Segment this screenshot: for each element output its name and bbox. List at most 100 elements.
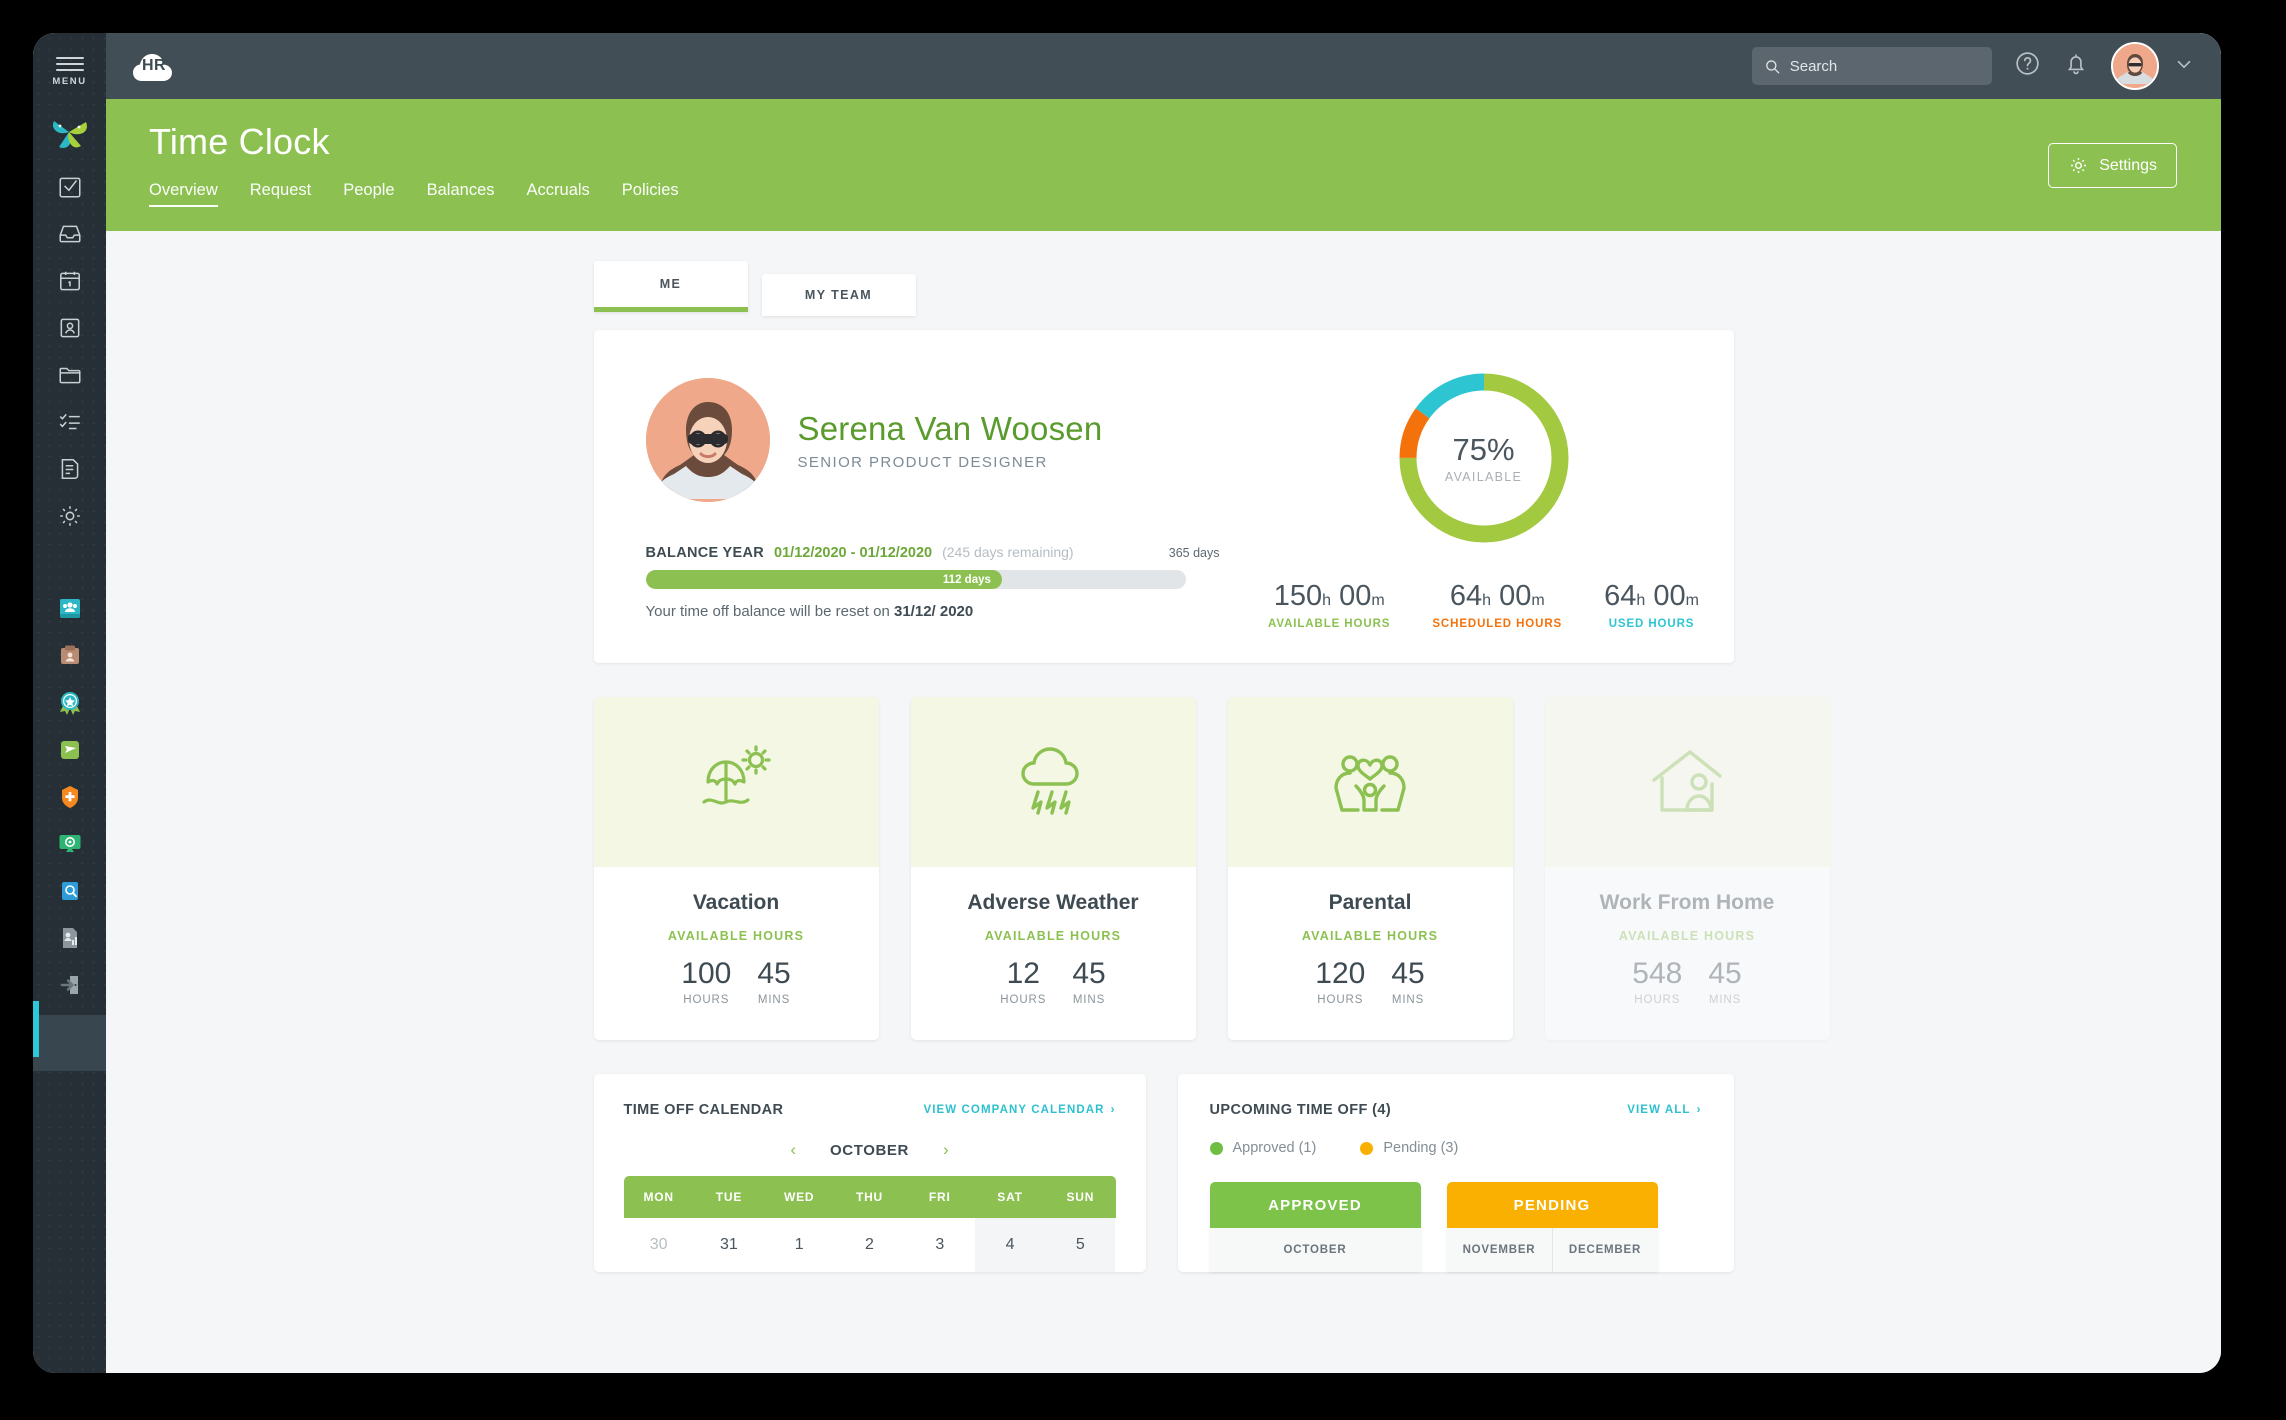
used-hours-m: 00 <box>1653 580 1686 612</box>
calendar-day[interactable]: 31 <box>694 1218 764 1272</box>
sidebar-item-reports[interactable] <box>33 921 106 954</box>
sidebar-item-folder[interactable] <box>33 358 106 391</box>
sidebar-item-checklist[interactable] <box>33 405 106 438</box>
policy-card-body: Vacation AVAILABLE HOURS 100 HOURS 45 MI… <box>594 867 879 1040</box>
calendar-day[interactable]: 2 <box>834 1218 904 1272</box>
used-hours-value: 64h 00m <box>1604 580 1699 612</box>
donut-center-label: 75% AVAILABLE <box>1394 368 1574 548</box>
sidebar-item-active[interactable] <box>33 1001 106 1071</box>
hr-cloud-logo[interactable]: HR <box>129 47 179 85</box>
inbox-tray-icon <box>58 225 81 242</box>
top-bar: HR <box>106 33 2221 99</box>
balance-days-remaining: (245 days remaining) <box>942 544 1074 560</box>
calendar-next-button[interactable]: › <box>943 1140 949 1160</box>
weekday-sat: SAT <box>997 1190 1023 1204</box>
used-hours-label: USED HOURS <box>1608 618 1695 630</box>
sidebar-item-time-off[interactable] <box>33 733 106 766</box>
sidebar-item-document[interactable] <box>33 452 106 485</box>
settings-button[interactable]: Settings <box>2048 143 2177 188</box>
sidebar-item-logout[interactable] <box>33 968 106 1001</box>
policy-card-icon-area <box>910 697 1196 867</box>
policy-hours-unit: HOURS <box>1000 994 1047 1006</box>
logout-icon <box>60 975 78 994</box>
time-off-calendar-card: TIME OFF CALENDAR VIEW COMPANY CALENDAR ›… <box>593 1074 1146 1272</box>
calendar-day[interactable]: 3 <box>905 1218 975 1272</box>
account-menu-button[interactable] <box>2173 53 2195 80</box>
sidebar-item-recruitment[interactable] <box>33 639 106 672</box>
tab-overview[interactable]: Overview <box>149 181 218 207</box>
sidebar-item-tasks[interactable] <box>33 170 106 203</box>
sidebar-item-analytics[interactable] <box>33 827 106 860</box>
left-rail: MENU <box>33 33 106 1373</box>
tab-accruals[interactable]: Accruals <box>527 181 590 207</box>
top-bar-right <box>1752 42 2221 90</box>
reports-icon <box>62 927 77 948</box>
upcoming-legend: Approved (1) Pending (3) <box>1209 1140 1702 1156</box>
sidebar-item-calendar[interactable] <box>33 264 106 297</box>
employee-card-icon <box>60 318 79 337</box>
tab-people[interactable]: People <box>343 181 394 207</box>
sidebar-item-inbox[interactable] <box>33 217 106 250</box>
chevron-right-icon: › <box>1110 1104 1116 1116</box>
sidebar-item-settings[interactable] <box>33 499 106 532</box>
search-box[interactable] <box>1752 47 1992 85</box>
tab-request[interactable]: Request <box>250 181 311 207</box>
tab-balances[interactable]: Balances <box>427 181 495 207</box>
calendar-day[interactable]: 1 <box>764 1218 834 1272</box>
search-icon <box>1766 59 1780 73</box>
scope-my-team-button[interactable]: MY TEAM <box>761 274 916 316</box>
status-card-approved[interactable]: APPROVED OCTOBER <box>1209 1182 1421 1272</box>
view-all-label: VIEW ALL <box>1627 1104 1691 1116</box>
policy-mins-unit: MINS <box>1072 994 1106 1006</box>
tab-policies[interactable]: Policies <box>622 181 679 207</box>
sidebar-item-employee[interactable] <box>33 311 106 344</box>
policy-card-parental[interactable]: Parental AVAILABLE HOURS 120 HOURS 45 MI… <box>1227 697 1513 1040</box>
status-month: DECEMBER <box>1551 1228 1658 1272</box>
header-tabs: Overview Request People Balances Accrual… <box>149 181 2221 207</box>
calendar-prev-button[interactable]: ‹ <box>790 1140 796 1160</box>
calendar-card-header: TIME OFF CALENDAR VIEW COMPANY CALENDAR › <box>624 1102 1116 1118</box>
notifications-button[interactable] <box>2063 51 2089 82</box>
scope-toggle: ME MY TEAM <box>593 261 1734 316</box>
policy-subtitle: AVAILABLE HOURS <box>984 929 1122 943</box>
sidebar-item-performance[interactable] <box>33 686 106 719</box>
help-button[interactable] <box>2014 50 2041 82</box>
sidebar-item-audit[interactable] <box>33 874 106 907</box>
page-body: ME MY TEAM Serena Van Woosen SENIOR PROD… <box>106 231 2221 1373</box>
policy-values: 12 HOURS 45 MINS <box>911 957 1196 1006</box>
policy-subtitle: AVAILABLE HOURS <box>667 929 805 943</box>
calendar-day[interactable]: 30 <box>624 1218 694 1272</box>
policy-mins-value: 45 <box>1072 957 1106 990</box>
policy-card-work-from-home[interactable]: Work From Home AVAILABLE HOURS 548 HOURS… <box>1544 697 1830 1040</box>
balance-reset-date: 31/12/ 2020 <box>894 603 974 620</box>
policy-card-vacation[interactable]: Vacation AVAILABLE HOURS 100 HOURS 45 MI… <box>593 697 879 1040</box>
app-logo-star-icon[interactable] <box>33 113 106 156</box>
available-hours-value: 150h 00m <box>1273 580 1385 612</box>
notification-bell-icon <box>2068 53 2084 74</box>
policy-mins-unit: MINS <box>1708 994 1742 1006</box>
view-company-calendar-link[interactable]: VIEW COMPANY CALENDAR › <box>923 1104 1115 1116</box>
donut-sublabel: AVAILABLE <box>1444 470 1523 484</box>
scheduled-hours-stat: 64h 00m SCHEDULED HOURS <box>1432 580 1562 630</box>
balance-elapsed-days: 112 days <box>942 573 991 586</box>
scope-me-button[interactable]: ME <box>593 261 748 312</box>
search-input[interactable] <box>1789 57 1980 75</box>
sidebar-item-benefits[interactable] <box>33 780 106 813</box>
scheduled-hours-label: SCHEDULED HOURS <box>1432 618 1563 630</box>
policy-card-body: Parental AVAILABLE HOURS 120 HOURS 45 MI… <box>1228 867 1513 1040</box>
rain-cloud-icon <box>1021 747 1079 815</box>
performance-badge-icon <box>59 691 80 715</box>
document-icon <box>61 458 78 479</box>
status-card-pending[interactable]: PENDING NOVEMBER DECEMBER <box>1446 1182 1658 1272</box>
profile-avatar <box>645 378 770 502</box>
calendar-day[interactable]: 5 <box>1045 1218 1116 1272</box>
weekday-wed: WED <box>784 1190 815 1204</box>
avatar[interactable] <box>2111 42 2159 90</box>
view-all-link[interactable]: VIEW ALL › <box>1627 1104 1701 1116</box>
sidebar-item-team-directory[interactable] <box>33 592 106 625</box>
bottom-row: TIME OFF CALENDAR VIEW COMPANY CALENDAR ›… <box>593 1074 1734 1272</box>
policy-card-adverse-weather[interactable]: Adverse Weather AVAILABLE HOURS 12 HOURS… <box>910 697 1196 1040</box>
policy-title: Work From Home <box>1599 891 1775 914</box>
calendar-day[interactable]: 4 <box>974 1218 1046 1272</box>
menu-button[interactable]: MENU <box>33 33 106 87</box>
